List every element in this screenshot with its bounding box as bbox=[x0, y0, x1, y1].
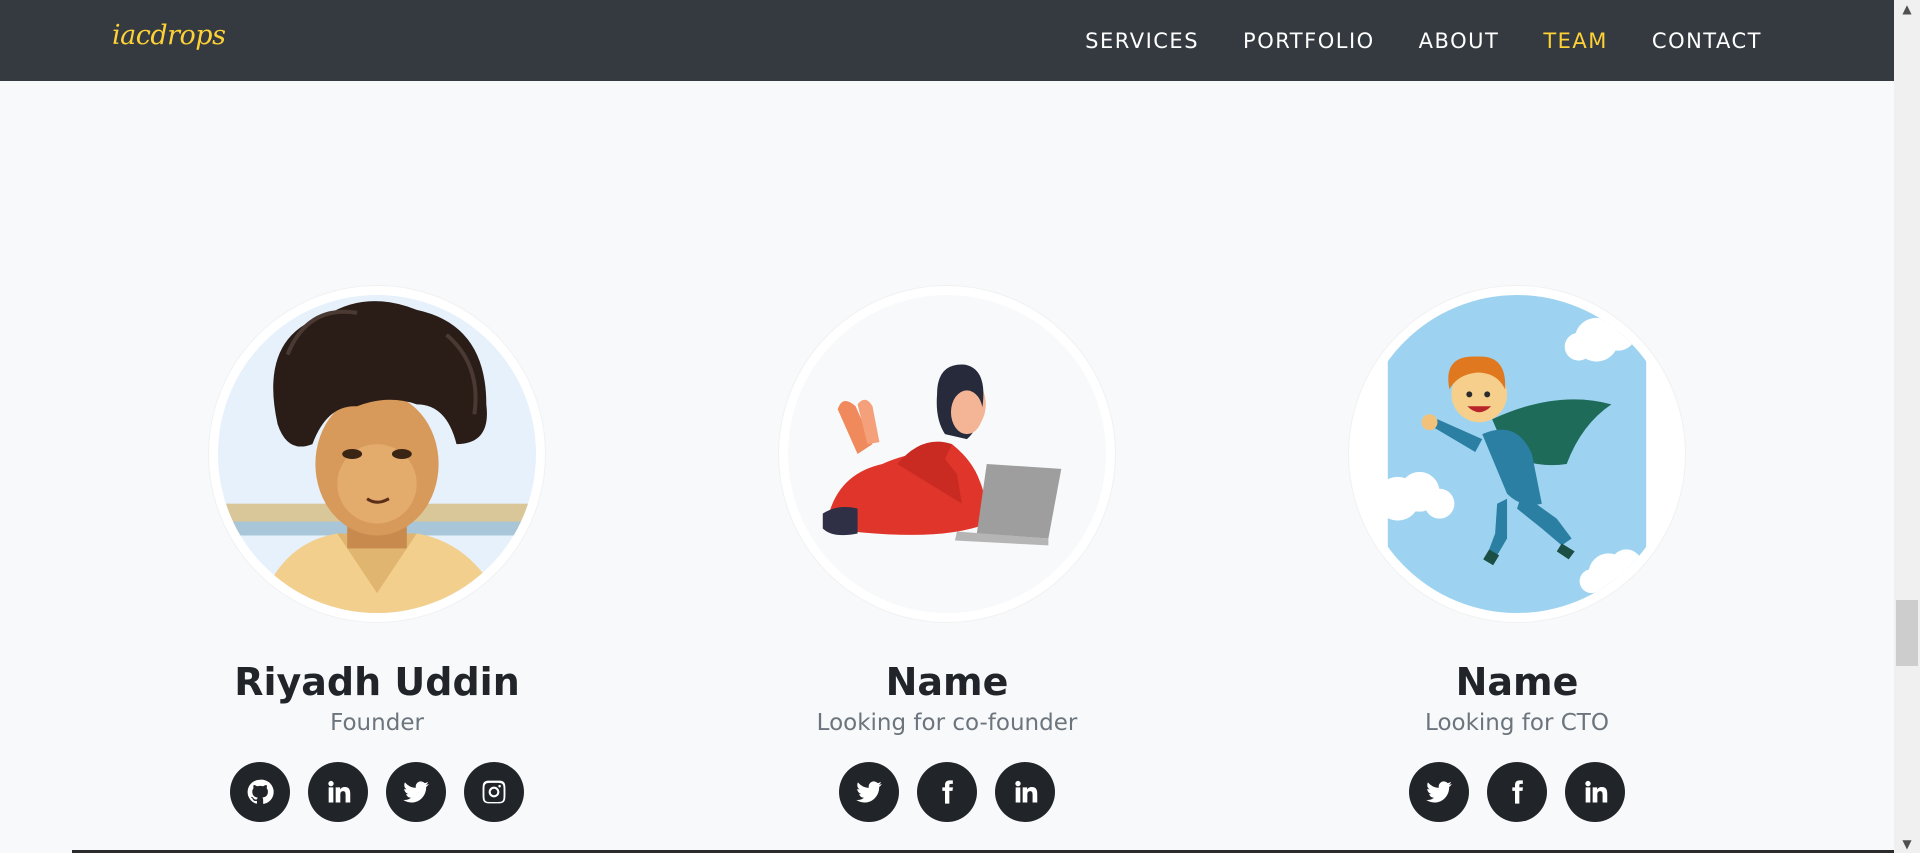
linkedin-icon bbox=[1585, 780, 1608, 803]
navbar: iacdrops SERVICES PORTFOLIO ABOUT TEAM C… bbox=[0, 0, 1894, 81]
instagram-icon bbox=[482, 780, 506, 804]
member-role: Founder bbox=[330, 710, 424, 736]
nav-link-portfolio[interactable]: PORTFOLIO bbox=[1243, 29, 1375, 53]
facebook-button[interactable] bbox=[1487, 762, 1547, 822]
github-icon bbox=[247, 779, 274, 804]
twitter-button[interactable] bbox=[386, 762, 446, 822]
vertical-scrollbar[interactable]: ▲ ▼ bbox=[1894, 0, 1920, 853]
avatar-photo bbox=[209, 286, 545, 622]
linkedin-button[interactable] bbox=[308, 762, 368, 822]
avatar-illustration bbox=[1349, 286, 1685, 622]
scroll-up-arrow-icon[interactable]: ▲ bbox=[1894, 0, 1920, 18]
twitter-icon bbox=[403, 781, 429, 803]
linkedin-icon bbox=[328, 780, 351, 803]
member-name: Riyadh Uddin bbox=[234, 660, 520, 704]
scroll-down-arrow-icon[interactable]: ▼ bbox=[1894, 835, 1920, 853]
nav-link-about[interactable]: ABOUT bbox=[1419, 29, 1500, 53]
linkedin-icon bbox=[1015, 780, 1038, 803]
linkedin-button[interactable] bbox=[995, 762, 1055, 822]
twitter-icon bbox=[856, 781, 882, 803]
member-role: Looking for CTO bbox=[1425, 710, 1609, 736]
instagram-button[interactable] bbox=[464, 762, 524, 822]
social-links bbox=[1232, 762, 1802, 822]
nav-link-contact[interactable]: CONTACT bbox=[1652, 29, 1762, 53]
flying-superhero-illustration bbox=[1358, 295, 1676, 613]
facebook-icon bbox=[942, 780, 953, 804]
social-links bbox=[662, 762, 1232, 822]
facebook-button[interactable] bbox=[917, 762, 977, 822]
nav-menu: SERVICES PORTFOLIO ABOUT TEAM CONTACT bbox=[1085, 0, 1762, 81]
twitter-icon bbox=[1426, 781, 1452, 803]
portrait-photo-image bbox=[218, 295, 536, 613]
twitter-button[interactable] bbox=[1409, 762, 1469, 822]
nav-link-services[interactable]: SERVICES bbox=[1085, 29, 1199, 53]
social-links bbox=[92, 762, 662, 822]
linkedin-button[interactable] bbox=[1565, 762, 1625, 822]
member-name: Name bbox=[885, 660, 1009, 704]
team-member-card: Name Looking for CTO bbox=[1232, 286, 1802, 853]
team-member-card: Name Looking for co-founder bbox=[662, 286, 1232, 853]
brand-logo[interactable]: iacdrops bbox=[112, 20, 226, 51]
member-role: Looking for co-founder bbox=[816, 710, 1078, 736]
github-button[interactable] bbox=[230, 762, 290, 822]
team-member-card: Riyadh Uddin Founder bbox=[92, 286, 662, 853]
scrollbar-thumb[interactable] bbox=[1896, 600, 1918, 666]
twitter-button[interactable] bbox=[839, 762, 899, 822]
facebook-icon bbox=[1512, 780, 1523, 804]
member-name: Name bbox=[1455, 660, 1579, 704]
avatar-illustration bbox=[779, 286, 1115, 622]
woman-with-laptop-illustration bbox=[788, 295, 1106, 613]
nav-link-team[interactable]: TEAM bbox=[1543, 29, 1608, 53]
